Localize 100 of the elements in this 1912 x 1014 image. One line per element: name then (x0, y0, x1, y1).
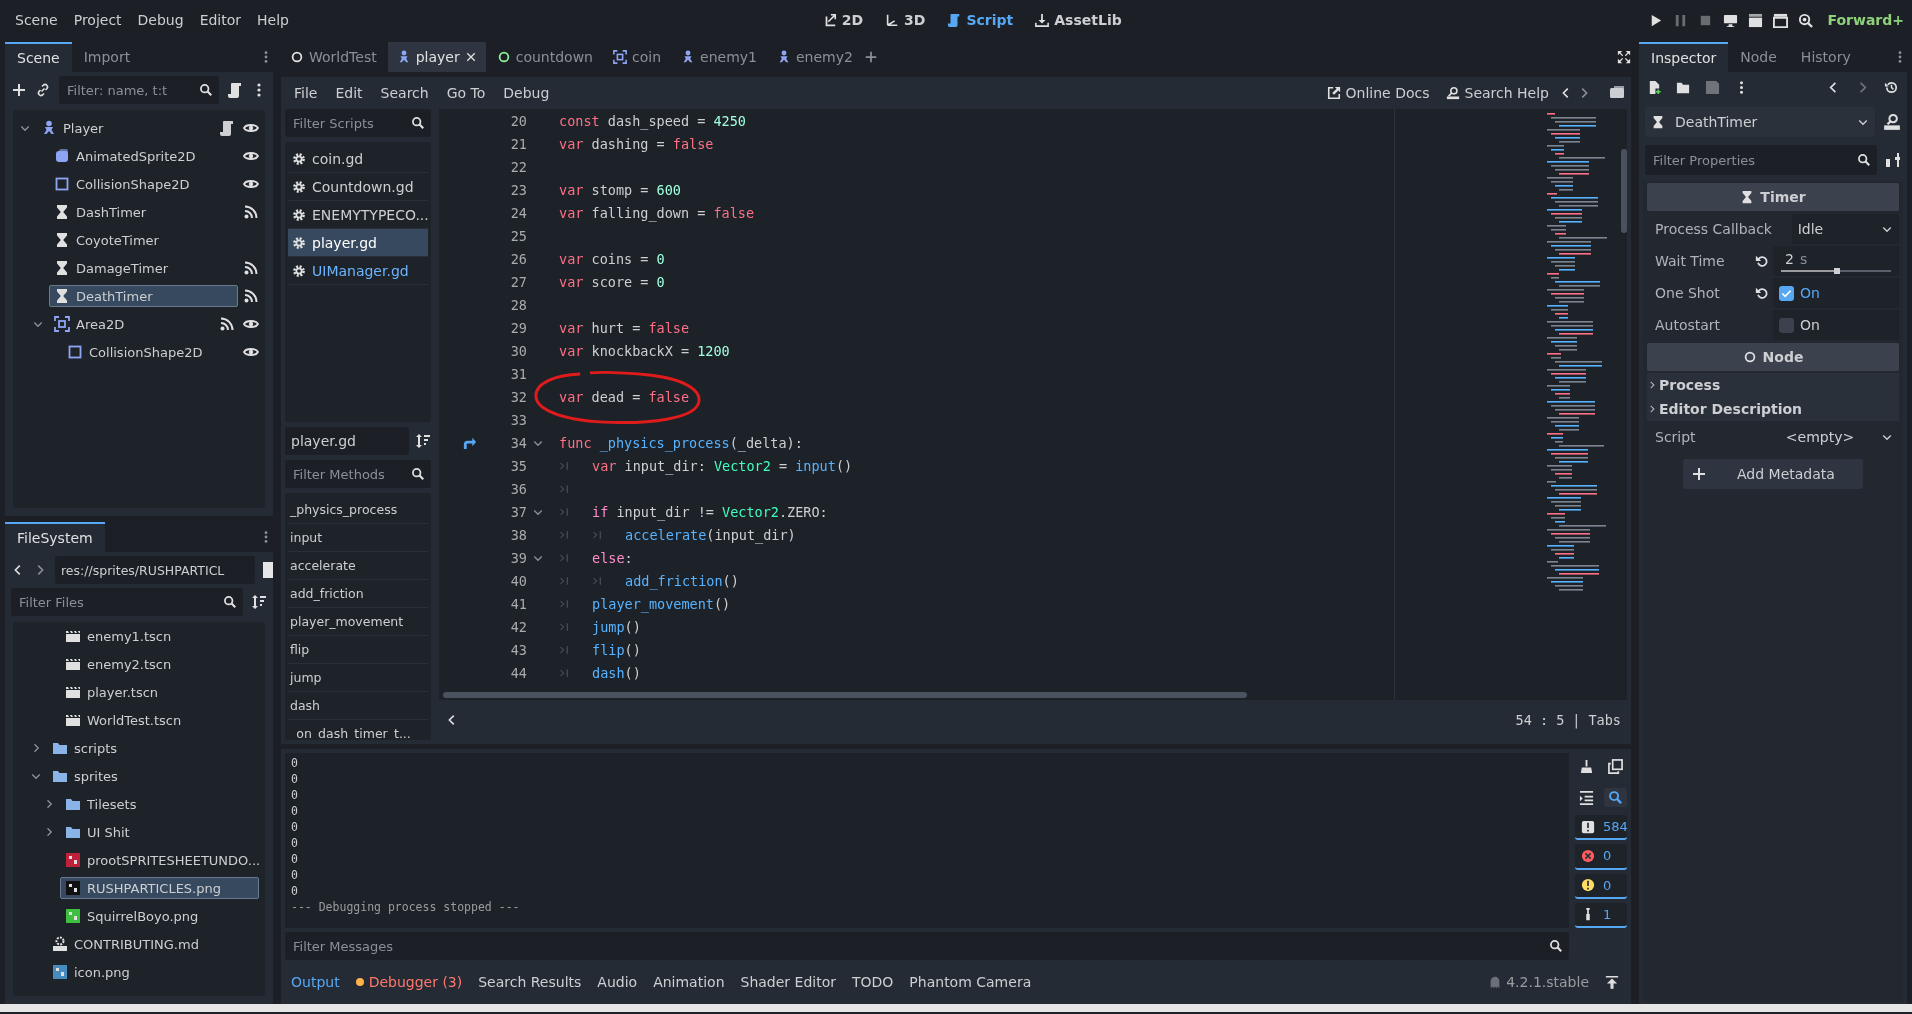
doc-search-icon[interactable] (1883, 113, 1901, 131)
sort-icon[interactable] (415, 433, 431, 449)
bottom-tab[interactable]: TODO (846, 970, 900, 994)
panel-toggle-icon[interactable] (1609, 85, 1625, 101)
bottom-tab[interactable]: Phantom Camera (903, 970, 1038, 994)
dock-tab[interactable]: Scene (5, 42, 72, 72)
file-tree-item[interactable]: RUSHPARTICLES.png (60, 877, 259, 899)
dock-tab[interactable]: Inspector (1639, 42, 1729, 72)
menu-item[interactable]: Project (66, 8, 129, 32)
menu-item[interactable]: Edit (328, 81, 370, 105)
object-selector[interactable]: DeathTimer (1645, 107, 1875, 137)
editor-tab[interactable]: coin (604, 42, 671, 72)
scene-tree-item[interactable]: CollisionShape2D (49, 173, 238, 195)
workspace-button[interactable]: Script (945, 8, 1016, 32)
menu-item[interactable]: Editor (192, 8, 249, 32)
bottom-tab[interactable]: Shader Editor (734, 970, 842, 994)
help-button[interactable]: Online Docs (1320, 81, 1436, 105)
signal-icon[interactable] (243, 288, 259, 304)
menu-item[interactable]: Help (250, 8, 296, 32)
method-list-item[interactable]: player_movement (288, 608, 428, 636)
slider-thumb[interactable] (1834, 267, 1841, 274)
message-filter-toggle[interactable]: 584 (1575, 815, 1627, 841)
bottom-tab[interactable]: Debugger (3) (349, 970, 469, 994)
method-list-item[interactable]: jump (288, 664, 428, 692)
workspace-button[interactable]: 2D (820, 8, 866, 32)
scroll-icon[interactable] (227, 82, 243, 98)
new-file-icon[interactable] (1647, 80, 1662, 95)
editor-tab[interactable]: enemy1 (672, 42, 766, 72)
menu-item[interactable]: Debug (496, 81, 557, 105)
plus-icon[interactable] (11, 82, 27, 98)
section-header[interactable]: Node (1647, 343, 1899, 371)
scene-tree-item[interactable]: Area2D (49, 313, 214, 335)
file-tree-item[interactable]: player.tscn (60, 681, 259, 703)
override-arrow-icon[interactable] (462, 435, 477, 450)
method-list-item[interactable]: input (288, 524, 428, 552)
filter-field[interactable]: Filter Scripts (285, 109, 431, 137)
script-list-item[interactable]: coin.gd (288, 145, 428, 173)
workspace-button[interactable]: AssetLib (1033, 8, 1124, 32)
file-tree-item[interactable]: icon.png (47, 961, 259, 983)
filter-input[interactable]: Filter Messages (291, 937, 1545, 955)
filter-field[interactable]: Filter Files (11, 588, 243, 616)
number-field[interactable]: 2 (1785, 250, 1794, 267)
revert-icon[interactable] (1755, 286, 1769, 300)
file-tree-item[interactable]: CONTRIBUTING.md (47, 933, 259, 955)
menu-item[interactable]: Debug (130, 8, 191, 32)
file-tree-item[interactable]: UI Shit (60, 821, 259, 843)
scene-tree-item[interactable]: DeathTimer (49, 285, 238, 307)
method-list-item[interactable]: dash (288, 692, 428, 720)
menu-item[interactable]: File (287, 81, 325, 105)
bottom-tab[interactable]: Animation (647, 970, 731, 994)
filter-input[interactable]: Filter Methods (291, 465, 407, 483)
bottom-tab[interactable]: Audio (591, 970, 644, 994)
scene-tree-item[interactable]: DashTimer (49, 201, 238, 223)
dropdown[interactable]: Idle (1791, 214, 1899, 244)
menu-item[interactable]: Search (373, 81, 436, 105)
version-label[interactable]: 4.2.1.stable (1506, 974, 1589, 990)
editor-tab[interactable]: enemy2 (767, 42, 862, 72)
message-filter-toggle[interactable]: 0 (1575, 844, 1627, 870)
indent-mode[interactable]: Tabs (1588, 712, 1621, 728)
dock-tab[interactable]: History (1788, 42, 1863, 72)
script-list-item[interactable]: UIManager.gd (288, 257, 428, 285)
revert-icon[interactable] (1755, 254, 1769, 268)
scene-tree-item[interactable]: CoyoteTimer (49, 229, 254, 251)
method-list-item[interactable]: _on_dash_timer_t... (288, 720, 428, 740)
filter-input[interactable]: Filter Scripts (291, 114, 407, 132)
scene-tree-item[interactable]: DamageTimer (49, 257, 238, 279)
filter-field[interactable]: Filter: name, t:t (59, 76, 219, 104)
dock-tab[interactable]: Node (1728, 42, 1789, 72)
property-group[interactable]: Editor Description (1647, 397, 1899, 421)
method-list-item[interactable]: add_friction (288, 580, 428, 608)
history-icon[interactable] (1884, 80, 1899, 95)
tools-icon[interactable] (1885, 152, 1901, 168)
workspace-button[interactable]: 3D (883, 8, 928, 32)
menu-item[interactable]: Scene (8, 8, 65, 32)
editor-tab[interactable]: countdown (487, 42, 602, 72)
file-tree-item[interactable]: WorldTest.tscn (60, 709, 259, 731)
scrollbar[interactable] (443, 692, 1247, 698)
checkbox[interactable] (1779, 317, 1794, 333)
bottom-tab[interactable]: Output (285, 970, 346, 994)
dock-tab[interactable]: FileSystem (5, 522, 105, 552)
dock-tab[interactable]: Import (71, 42, 143, 72)
scene-tree-item[interactable]: AnimatedSprite2D (49, 145, 238, 167)
fullscreen-icon[interactable] (1617, 50, 1631, 64)
scroll-icon[interactable] (219, 120, 235, 136)
file-tree-item[interactable]: prootSPRITESHEETUNDO... (60, 849, 259, 871)
help-button[interactable]: Search Help (1439, 81, 1555, 105)
close-icon[interactable] (464, 51, 477, 63)
file-tree-item[interactable]: enemy2.tscn (60, 653, 259, 675)
link-icon[interactable] (35, 82, 51, 98)
script-list-item[interactable]: Countdown.gd (288, 173, 428, 201)
filter-input[interactable]: Filter Properties (1651, 151, 1853, 169)
resource-picker[interactable]: <empty> (1759, 422, 1899, 452)
menu-item[interactable]: Go To (439, 81, 493, 105)
monitor-icon[interactable] (1723, 12, 1739, 28)
method-list-item[interactable]: _physics_process (288, 496, 428, 524)
add-metadata-button[interactable]: Add Metadata (1683, 459, 1863, 489)
file-tree-item[interactable]: sprites (47, 765, 259, 787)
file-tree-item[interactable]: scripts (47, 737, 259, 759)
signal-icon[interactable] (243, 260, 259, 276)
signal-icon[interactable] (243, 204, 259, 220)
